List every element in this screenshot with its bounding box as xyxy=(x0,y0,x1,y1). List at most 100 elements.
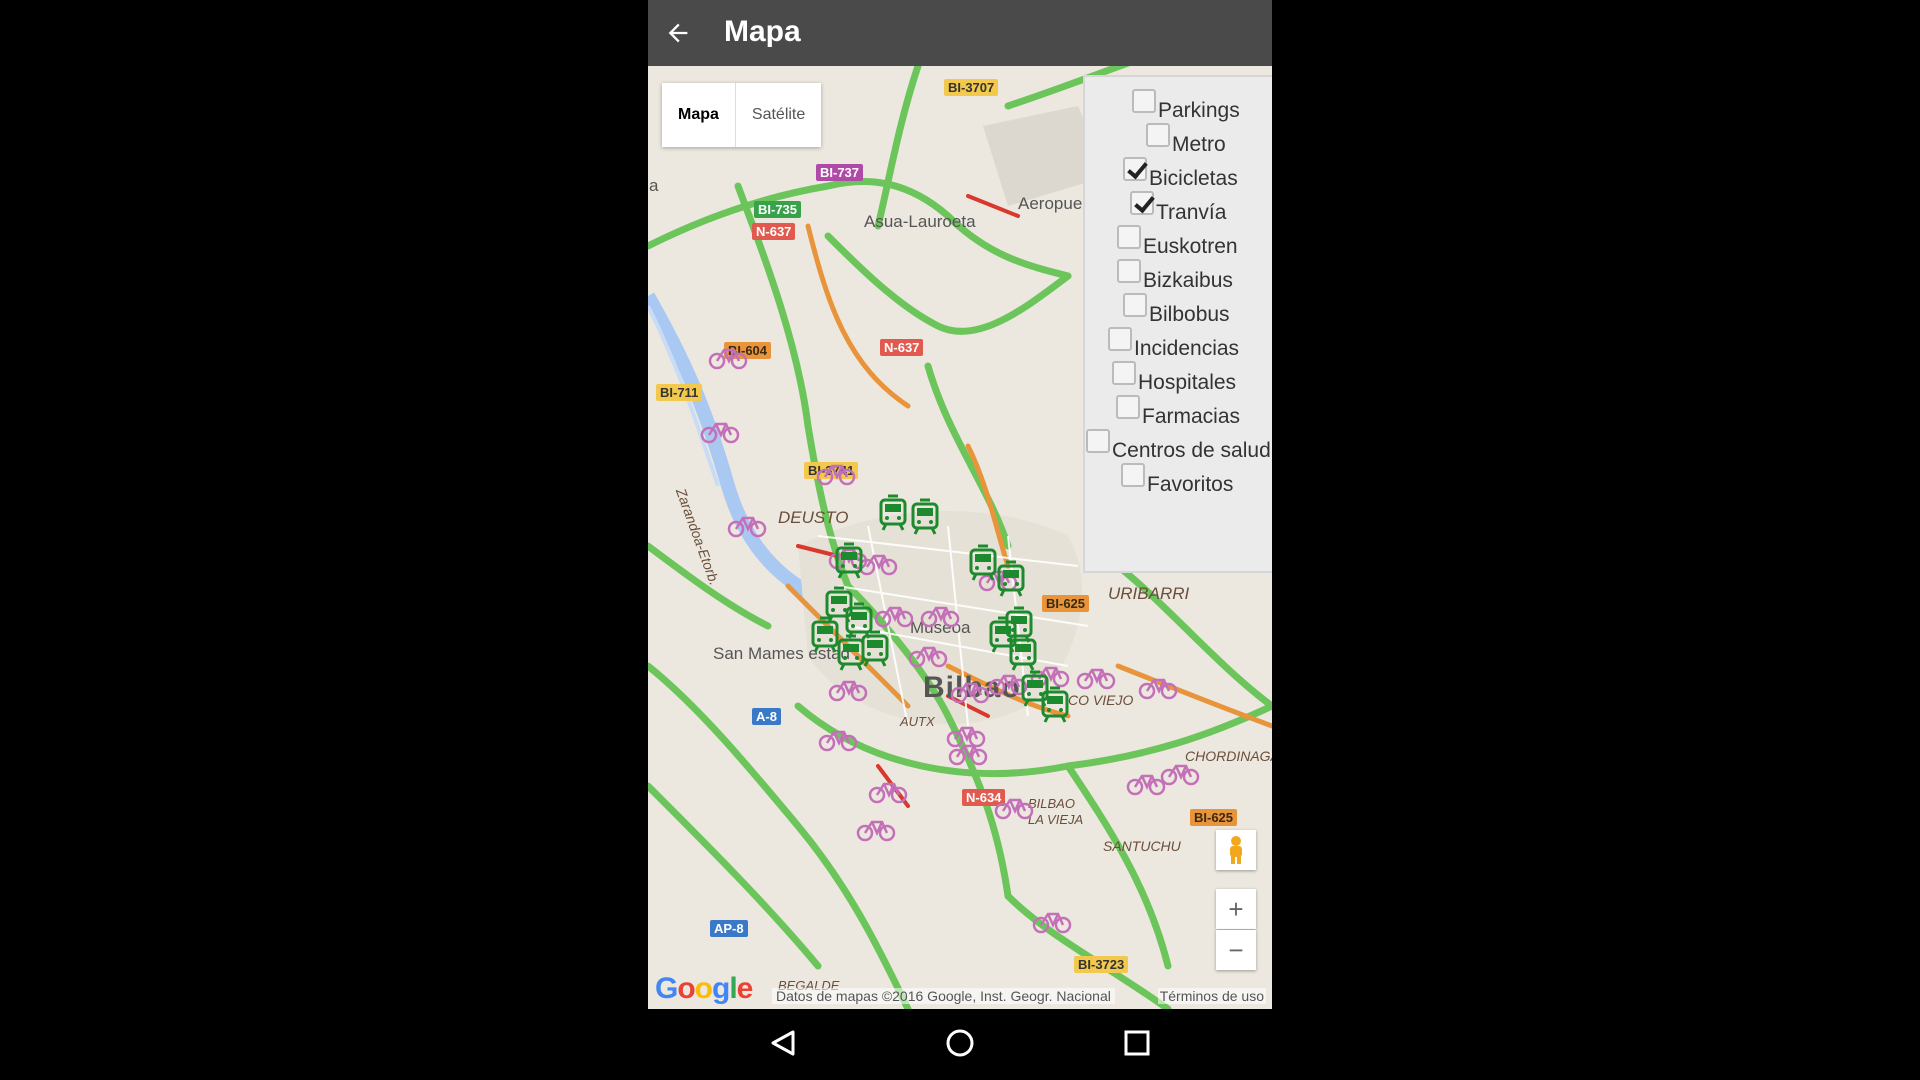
layer-toggle-tranv-a[interactable]: Tranvía xyxy=(1130,191,1226,225)
road-sign: BI-737 xyxy=(816,164,864,181)
road-sign: N-637 xyxy=(752,223,796,240)
google-logo: Google xyxy=(655,972,753,1005)
tram-marker-icon[interactable] xyxy=(968,544,998,587)
road-sign: BI-3723 xyxy=(1074,956,1129,973)
bike-marker-icon[interactable] xyxy=(868,780,908,809)
bike-marker-icon[interactable] xyxy=(858,552,898,581)
bike-marker-icon[interactable] xyxy=(828,678,868,707)
road-sign: A-8 xyxy=(752,708,781,725)
layer-toggle-bizkaibus[interactable]: Bizkaibus xyxy=(1117,259,1233,293)
road-sign: BI-625 xyxy=(1190,809,1238,826)
layer-toggle-farmacias[interactable]: Farmacias xyxy=(1116,395,1240,429)
layer-label: Parkings xyxy=(1158,99,1240,122)
layer-toggle-incidencias[interactable]: Incidencias xyxy=(1108,327,1239,361)
place-label: AUTX xyxy=(900,714,935,729)
bike-marker-icon[interactable] xyxy=(948,742,988,771)
layer-label: Metro xyxy=(1172,133,1226,156)
map-type-map-option[interactable]: Mapa xyxy=(662,83,736,147)
checkbox[interactable] xyxy=(1112,361,1136,385)
layer-toggle-centros-de-salud[interactable]: Centros de salud xyxy=(1086,429,1271,463)
bike-marker-icon[interactable] xyxy=(818,728,858,757)
map-attribution: Datos de mapas ©2016 Google, Inst. Geogr… xyxy=(772,988,1115,1004)
bike-marker-icon[interactable] xyxy=(908,644,948,673)
back-button[interactable] xyxy=(658,13,698,53)
zoom-in-button[interactable]: + xyxy=(1216,889,1256,929)
map-view[interactable]: BI-3707 BI-737 BI-735 N-637 N-637 BI-604… xyxy=(648,66,1272,1009)
bike-marker-icon[interactable] xyxy=(727,514,767,543)
nav-recents-button[interactable] xyxy=(1113,1023,1161,1063)
checkbox[interactable] xyxy=(1132,89,1156,113)
layer-label: Incidencias xyxy=(1134,337,1240,360)
place-label: DEUSTO xyxy=(778,508,849,527)
bike-marker-icon[interactable] xyxy=(1076,666,1116,695)
tram-marker-icon[interactable] xyxy=(910,498,940,541)
bike-marker-icon[interactable] xyxy=(856,818,896,847)
bike-marker-icon[interactable] xyxy=(994,796,1034,825)
layer-label: Farmacias xyxy=(1142,405,1241,428)
place-label: BILBAO LA VIEJA xyxy=(1028,796,1084,827)
place-label: Aeropue xyxy=(1018,194,1083,213)
bike-marker-icon[interactable] xyxy=(708,346,748,375)
bike-marker-icon[interactable] xyxy=(920,604,960,633)
layer-label: Tranvía xyxy=(1156,201,1227,224)
tram-marker-icon[interactable] xyxy=(996,560,1026,603)
street-view-button[interactable] xyxy=(1216,830,1256,870)
checkbox[interactable] xyxy=(1117,225,1141,249)
tram-marker-icon[interactable] xyxy=(844,602,874,645)
checkbox[interactable] xyxy=(1108,327,1132,351)
nav-recents-icon xyxy=(1124,1030,1150,1056)
phone-screen: Mapa BI-3707 BI-737 BI-735 N-637 N-637 B… xyxy=(648,0,1272,1080)
nav-home-button[interactable] xyxy=(936,1023,984,1063)
checkbox[interactable] xyxy=(1146,123,1170,147)
app-bar: Mapa xyxy=(648,0,1272,66)
checkbox[interactable] xyxy=(1123,293,1147,317)
nav-back-icon xyxy=(771,1030,795,1056)
bike-marker-icon[interactable] xyxy=(816,462,856,491)
checkbox[interactable] xyxy=(1117,259,1141,283)
bike-marker-icon[interactable] xyxy=(1032,910,1072,939)
tram-marker-icon[interactable] xyxy=(878,494,908,537)
layer-label: Centros de salud xyxy=(1112,439,1271,462)
tram-marker-icon[interactable] xyxy=(1004,606,1034,649)
tram-marker-icon[interactable] xyxy=(834,542,864,585)
place-label: URIBARRI xyxy=(1108,584,1190,603)
layer-label: Favoritos xyxy=(1147,473,1234,496)
bike-marker-icon[interactable] xyxy=(1126,772,1166,801)
road-sign: AP-8 xyxy=(710,920,748,937)
road-sign: N-637 xyxy=(880,339,924,356)
nav-back-button[interactable] xyxy=(759,1023,807,1063)
road-sign: BI-735 xyxy=(754,201,802,218)
layers-panel: Parkings Metro Bicicletas Tranvía Euskotren B… xyxy=(1083,75,1272,573)
place-label: a xyxy=(649,176,659,195)
map-type-satellite-option[interactable]: Satélite xyxy=(736,83,821,147)
page-title: Mapa xyxy=(724,15,801,48)
nav-home-icon xyxy=(946,1029,974,1057)
layer-toggle-parkings[interactable]: Parkings xyxy=(1132,89,1240,123)
bike-marker-icon[interactable] xyxy=(950,680,990,709)
checkbox[interactable] xyxy=(1130,191,1154,215)
checkbox[interactable] xyxy=(1116,395,1140,419)
checkbox[interactable] xyxy=(1123,157,1147,181)
layer-toggle-bilbobus[interactable]: Bilbobus xyxy=(1123,293,1230,327)
bike-marker-icon[interactable] xyxy=(700,420,740,449)
tram-marker-icon[interactable] xyxy=(1040,686,1070,729)
android-nav-bar xyxy=(648,1009,1272,1080)
layer-toggle-metro[interactable]: Metro xyxy=(1146,123,1226,157)
layer-label: Hospitales xyxy=(1138,371,1237,394)
layer-toggle-bicicletas[interactable]: Bicicletas xyxy=(1123,157,1238,191)
layer-label: Bilbobus xyxy=(1149,303,1230,326)
terms-link[interactable]: Términos de uso xyxy=(1157,988,1266,1004)
bike-marker-icon[interactable] xyxy=(874,604,914,633)
layer-toggle-favoritos[interactable]: Favoritos xyxy=(1121,463,1233,497)
layer-toggle-euskotren[interactable]: Euskotren xyxy=(1117,225,1238,259)
checkbox[interactable] xyxy=(1121,463,1145,487)
bike-marker-icon[interactable] xyxy=(1160,762,1200,791)
layer-label: Bicicletas xyxy=(1149,167,1238,190)
checkbox[interactable] xyxy=(1086,429,1110,453)
place-label: Asua-Lauroeta xyxy=(864,212,976,231)
road-sign: BI-625 xyxy=(1042,595,1090,612)
bike-marker-icon[interactable] xyxy=(1138,676,1178,705)
layer-toggle-hospitales[interactable]: Hospitales xyxy=(1112,361,1236,395)
road-sign: BI-3707 xyxy=(944,79,999,96)
zoom-out-button[interactable]: − xyxy=(1216,930,1256,970)
